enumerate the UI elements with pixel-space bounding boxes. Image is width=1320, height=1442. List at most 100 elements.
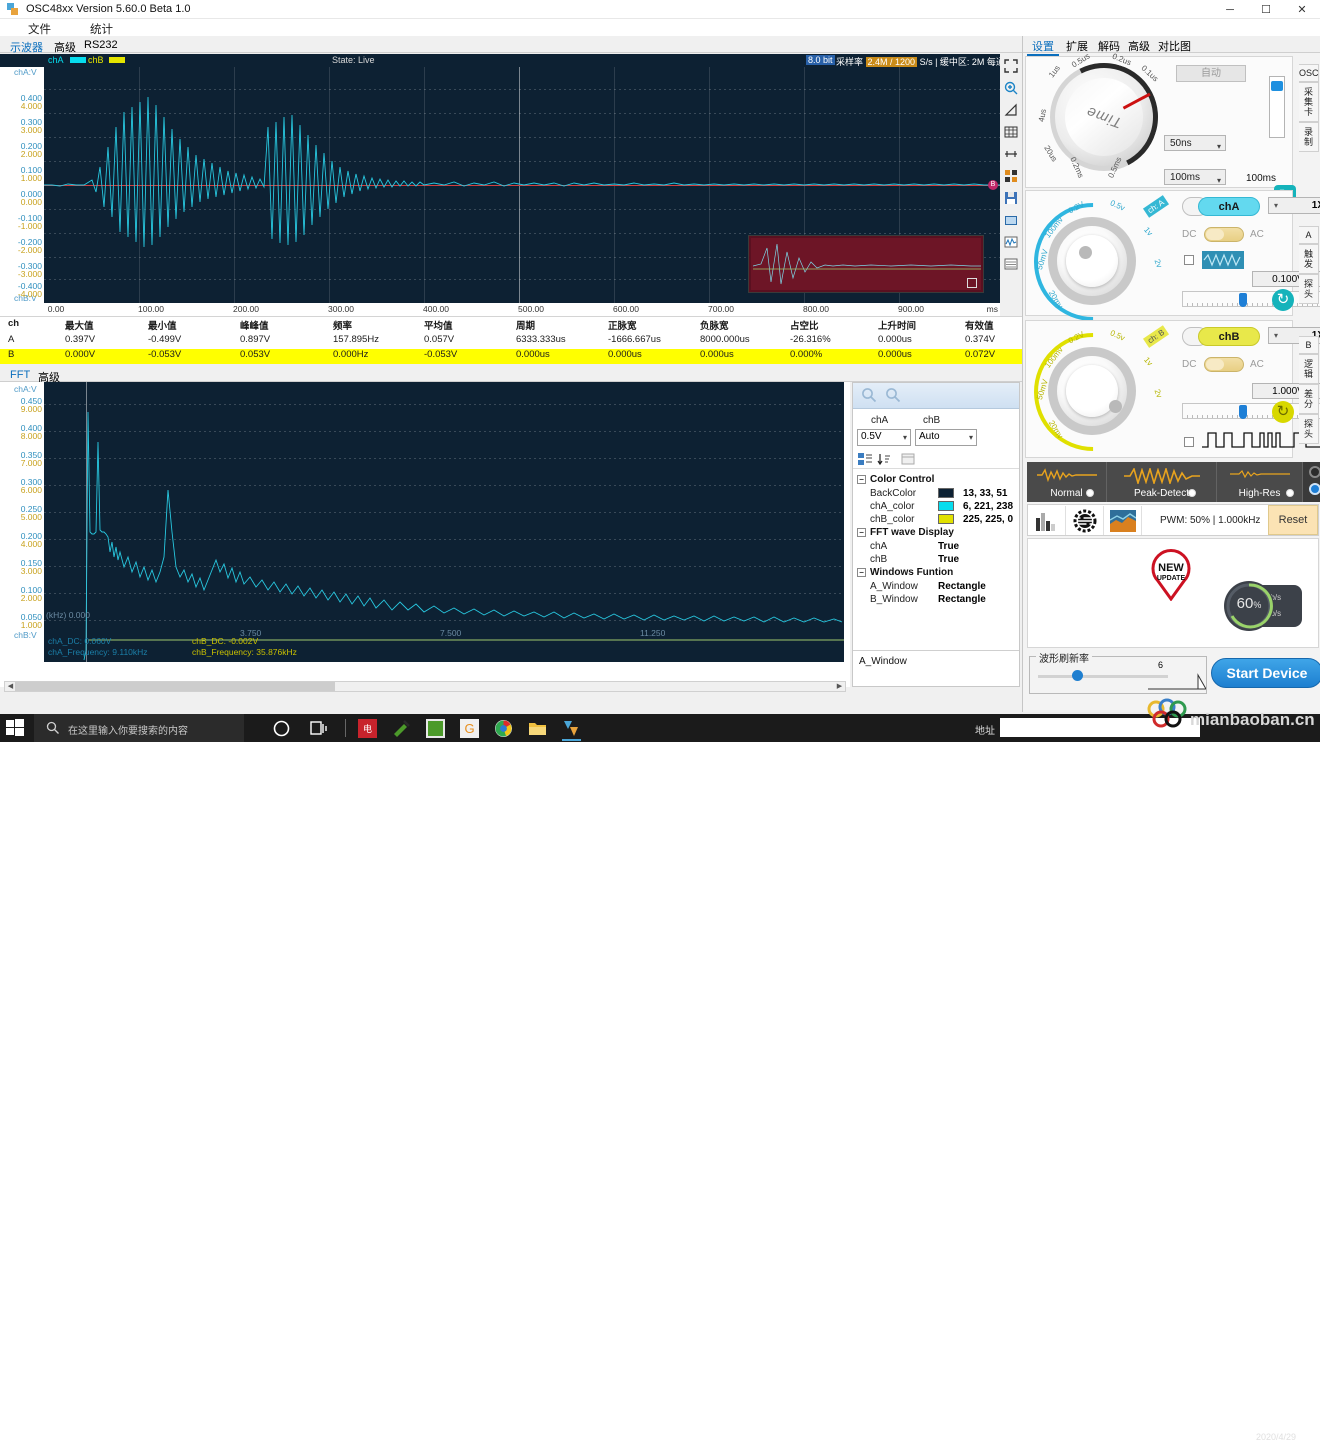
new-update-badge[interactable]: NEW UPDATE bbox=[1144, 547, 1198, 601]
app-icon-green-doc[interactable] bbox=[426, 719, 445, 738]
rtab-settings[interactable]: 设置 bbox=[1027, 38, 1059, 56]
collapse-icon[interactable]: − bbox=[857, 475, 866, 484]
channel-b-marker[interactable]: B bbox=[988, 180, 998, 190]
cha-color-swatch[interactable] bbox=[938, 501, 954, 511]
close-button[interactable]: ✕ bbox=[1284, 0, 1320, 19]
triangle-measure-icon[interactable] bbox=[1001, 99, 1021, 120]
app-icon-tools[interactable] bbox=[392, 719, 411, 738]
side-tab-record[interactable]: 录制 bbox=[1299, 122, 1319, 152]
fullscreen-icon[interactable] bbox=[1001, 55, 1021, 76]
menu-item-stats[interactable]: 统计 bbox=[90, 21, 113, 37]
spectrum-image-icon[interactable] bbox=[1104, 506, 1142, 535]
property-group-windows-function[interactable]: −Windows Funtion bbox=[857, 567, 953, 578]
taskbar-search[interactable]: 在这里输入你要搜索的内容 bbox=[34, 714, 244, 742]
chb-color-swatch[interactable] bbox=[938, 514, 954, 524]
reset-button[interactable]: Reset bbox=[1268, 505, 1318, 535]
side-tab-probe-a[interactable]: 探头 bbox=[1299, 274, 1319, 304]
mode-high-res-radio[interactable] bbox=[1286, 489, 1294, 497]
minimize-button[interactable]: ─ bbox=[1212, 0, 1248, 19]
folder-icon[interactable] bbox=[528, 719, 547, 738]
trigger-level-slider[interactable] bbox=[1269, 76, 1285, 138]
side-tab-trigger[interactable]: 触发 bbox=[1299, 244, 1319, 274]
chrome-icon[interactable] bbox=[494, 719, 513, 738]
start-device-button[interactable]: Start Device bbox=[1211, 658, 1320, 688]
scope-waveform-plot[interactable]: B bbox=[44, 67, 1000, 303]
channel-a-waveform-icon[interactable] bbox=[1202, 251, 1244, 269]
auto-button[interactable]: 自动 bbox=[1176, 65, 1246, 82]
property-value-a-window[interactable]: Rectangle bbox=[938, 581, 986, 592]
settings-gear-icon[interactable] bbox=[1066, 506, 1104, 535]
property-group-fft-wave-display[interactable]: −FFT wave Display bbox=[857, 527, 954, 538]
maximize-button[interactable]: ☐ bbox=[1248, 0, 1284, 19]
side-tab-a[interactable]: A bbox=[1299, 226, 1319, 244]
mode-normal-radio[interactable] bbox=[1086, 489, 1094, 497]
osc-app-icon[interactable] bbox=[562, 719, 581, 738]
side-tab-differential[interactable]: 差分 bbox=[1299, 384, 1319, 414]
mode-peak-detect[interactable]: Peak-Detect bbox=[1107, 462, 1217, 502]
channel-b-volts-knob[interactable] bbox=[1048, 347, 1136, 435]
rtab-advanced[interactable]: 高级 bbox=[1123, 38, 1155, 54]
rtab-compare[interactable]: 对比图 bbox=[1153, 38, 1196, 54]
channel-a-coupling-toggle[interactable] bbox=[1204, 227, 1244, 242]
histogram-icon[interactable] bbox=[1028, 506, 1066, 535]
channel-b-pill[interactable]: chB bbox=[1198, 327, 1260, 346]
rtab-decode[interactable]: 解码 bbox=[1093, 38, 1125, 54]
rtab-extend[interactable]: 扩展 bbox=[1061, 38, 1093, 54]
menu-item-file[interactable]: 文件 bbox=[28, 21, 51, 37]
refresh-rate-thumb[interactable] bbox=[1072, 670, 1083, 681]
task-view-icon[interactable] bbox=[310, 719, 329, 738]
save-icon[interactable] bbox=[1001, 187, 1021, 208]
mode-high-res[interactable]: High-Res bbox=[1217, 462, 1303, 502]
search-alt-icon[interactable] bbox=[885, 387, 901, 403]
fft-cha-scale-select[interactable]: 0.5V▾ bbox=[857, 429, 911, 446]
fft-spectrum-plot[interactable] bbox=[44, 382, 844, 662]
categorize-icon[interactable] bbox=[858, 453, 873, 467]
search-icon[interactable] bbox=[861, 387, 877, 403]
timebase-select[interactable]: 50ns▾ bbox=[1164, 135, 1226, 151]
properties-icon[interactable] bbox=[901, 453, 916, 467]
channel-b-square-checkbox[interactable] bbox=[1184, 437, 1194, 447]
waveform-icon[interactable] bbox=[1001, 231, 1021, 252]
time-range-select[interactable]: 100ms▾ bbox=[1164, 169, 1226, 185]
side-tab-b[interactable]: B bbox=[1299, 336, 1319, 354]
collapse-icon[interactable]: − bbox=[857, 568, 866, 577]
channel-a-pill[interactable]: chA bbox=[1198, 197, 1260, 216]
fft-chb-scale-select[interactable]: Auto▾ bbox=[915, 429, 977, 446]
property-group-color-control[interactable]: −Color Control bbox=[857, 474, 934, 485]
fft-scroll-right-arrow[interactable]: ▶ bbox=[834, 682, 845, 691]
qr-icon[interactable] bbox=[1001, 165, 1021, 186]
collapse-icon[interactable]: − bbox=[857, 528, 866, 537]
fft-horizontal-scrollbar[interactable]: ◀ ▶ bbox=[4, 681, 846, 692]
zoom-in-icon[interactable] bbox=[1001, 77, 1021, 98]
fft-scroll-thumb[interactable] bbox=[15, 682, 335, 691]
app-icon-orange[interactable]: G bbox=[460, 719, 479, 738]
channel-a-volts-knob[interactable] bbox=[1048, 217, 1136, 305]
mode-normal[interactable]: Normal bbox=[1027, 462, 1107, 502]
channel-b-coupling-toggle[interactable] bbox=[1204, 357, 1244, 372]
screenshot-icon[interactable] bbox=[1001, 209, 1021, 230]
side-tab-osc[interactable]: OSC bbox=[1299, 64, 1319, 82]
property-value-fft-cha[interactable]: True bbox=[938, 541, 959, 552]
sort-icon[interactable] bbox=[877, 453, 892, 467]
tab-rs232[interactable]: RS232 bbox=[78, 38, 124, 52]
backcolor-swatch[interactable] bbox=[938, 488, 954, 498]
side-tab-capture[interactable]: 采集卡 bbox=[1299, 82, 1319, 122]
overview-window[interactable] bbox=[748, 235, 984, 293]
cortana-icon[interactable] bbox=[272, 719, 291, 738]
channel-a-probe-select[interactable]: ▾1X bbox=[1268, 197, 1320, 214]
table-row[interactable]: B 0.000V -0.053V 0.053V 0.000Hz -0.053V … bbox=[0, 349, 1022, 364]
timebase-knob[interactable]: Time bbox=[1050, 63, 1158, 171]
side-tab-logic[interactable]: 逻辑 bbox=[1299, 354, 1319, 384]
sine-radio[interactable] bbox=[1309, 466, 1320, 478]
channel-a-reset-icon[interactable]: ↻ bbox=[1272, 289, 1294, 311]
side-tab-probe-b[interactable]: 探头 bbox=[1299, 414, 1319, 444]
table-row[interactable]: A 0.397V -0.499V 0.897V 157.895Hz 0.057V… bbox=[0, 334, 1022, 349]
trigger-level-thumb[interactable] bbox=[1271, 81, 1283, 91]
cursor-measure-icon[interactable] bbox=[1001, 143, 1021, 164]
property-value-fft-chb[interactable]: True bbox=[938, 554, 959, 565]
windows-start-icon[interactable] bbox=[6, 719, 24, 737]
grid-icon[interactable] bbox=[1001, 121, 1021, 142]
channel-b-reset-icon[interactable]: ↻ bbox=[1272, 401, 1294, 423]
linear-radio[interactable] bbox=[1309, 483, 1320, 495]
property-value-b-window[interactable]: Rectangle bbox=[938, 594, 986, 605]
